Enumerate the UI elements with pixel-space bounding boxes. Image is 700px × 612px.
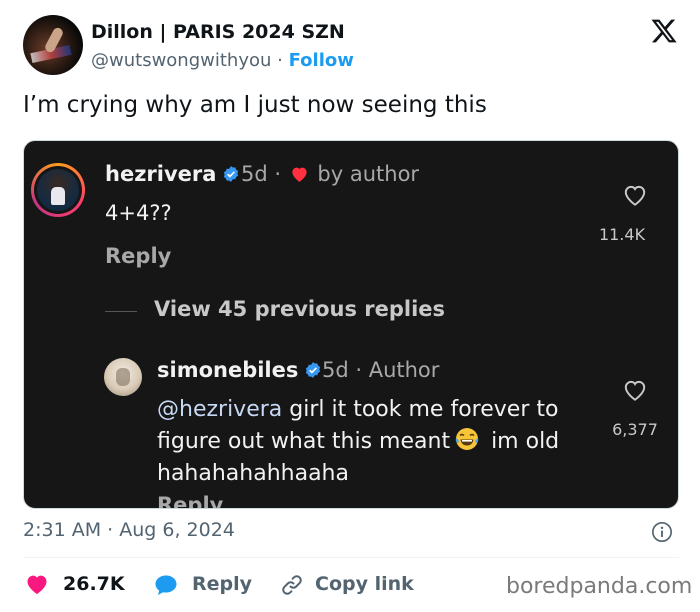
comment2-reply-button: Reply — [157, 493, 224, 509]
heart-outline-icon — [624, 380, 646, 401]
like-count: 26.7K — [63, 573, 125, 595]
comment1-like-count: 11.4K — [598, 225, 646, 244]
x-logo-icon[interactable] — [650, 17, 678, 45]
like-button[interactable]: 26.7K — [25, 573, 135, 597]
author-display-name[interactable]: Dillon | PARIS 2024 SZN — [91, 21, 345, 43]
watermark: boredpanda.com — [506, 574, 693, 599]
comment1-username: hezrivera — [105, 162, 240, 186]
view-previous-replies: View 45 previous replies — [154, 297, 446, 321]
comment1-text: 4+4?? — [105, 201, 172, 225]
comment1-reply-button: Reply — [105, 244, 172, 268]
author-handle-row: @wutswongwithyou · Follow — [91, 50, 354, 71]
handle-separator: · — [277, 50, 283, 71]
heart-icon — [27, 575, 47, 594]
link-icon — [282, 575, 302, 595]
heart-outline-icon — [624, 185, 646, 206]
author-handle[interactable]: @wutswongwithyou — [91, 50, 271, 71]
comment2-username: simonebiles — [157, 358, 322, 382]
copy-link-button[interactable]: Copy link — [280, 573, 420, 597]
verified-badge-icon — [224, 166, 239, 182]
comment2-meta: 5d · Author — [322, 358, 440, 382]
verified-badge-icon — [306, 362, 321, 378]
reply-button[interactable]: Reply — [153, 573, 263, 597]
embedded-screenshot[interactable]: hezrivera 5d · by author 4+4?? Reply 11.… — [23, 140, 679, 509]
hezrivera-avatar — [31, 163, 85, 217]
info-icon[interactable] — [651, 521, 673, 543]
follow-button[interactable]: Follow — [289, 50, 354, 71]
footer-divider — [23, 557, 679, 558]
view-replies-line — [105, 311, 137, 312]
simonebiles-avatar — [104, 358, 142, 396]
copy-link-label: Copy link — [315, 573, 414, 595]
comment2-text: @hezrivera girl it took me forever to fi… — [157, 394, 597, 490]
laughing-crying-emoji-icon — [455, 428, 479, 450]
comment2-like-count: 6,377 — [612, 420, 658, 439]
reply-bubble-icon — [155, 575, 177, 595]
comment2-mention: @hezrivera — [157, 397, 283, 422]
author-avatar[interactable] — [23, 15, 83, 75]
author-heart-icon — [292, 167, 307, 182]
tweet-timestamp[interactable]: 2:31 AM · Aug 6, 2024 — [23, 519, 235, 541]
tweet-text: I’m crying why am I just now seeing this — [23, 92, 487, 118]
reply-label: Reply — [192, 573, 253, 595]
avatar-photo — [37, 169, 79, 211]
comment1-meta: 5d · by author — [241, 162, 420, 186]
